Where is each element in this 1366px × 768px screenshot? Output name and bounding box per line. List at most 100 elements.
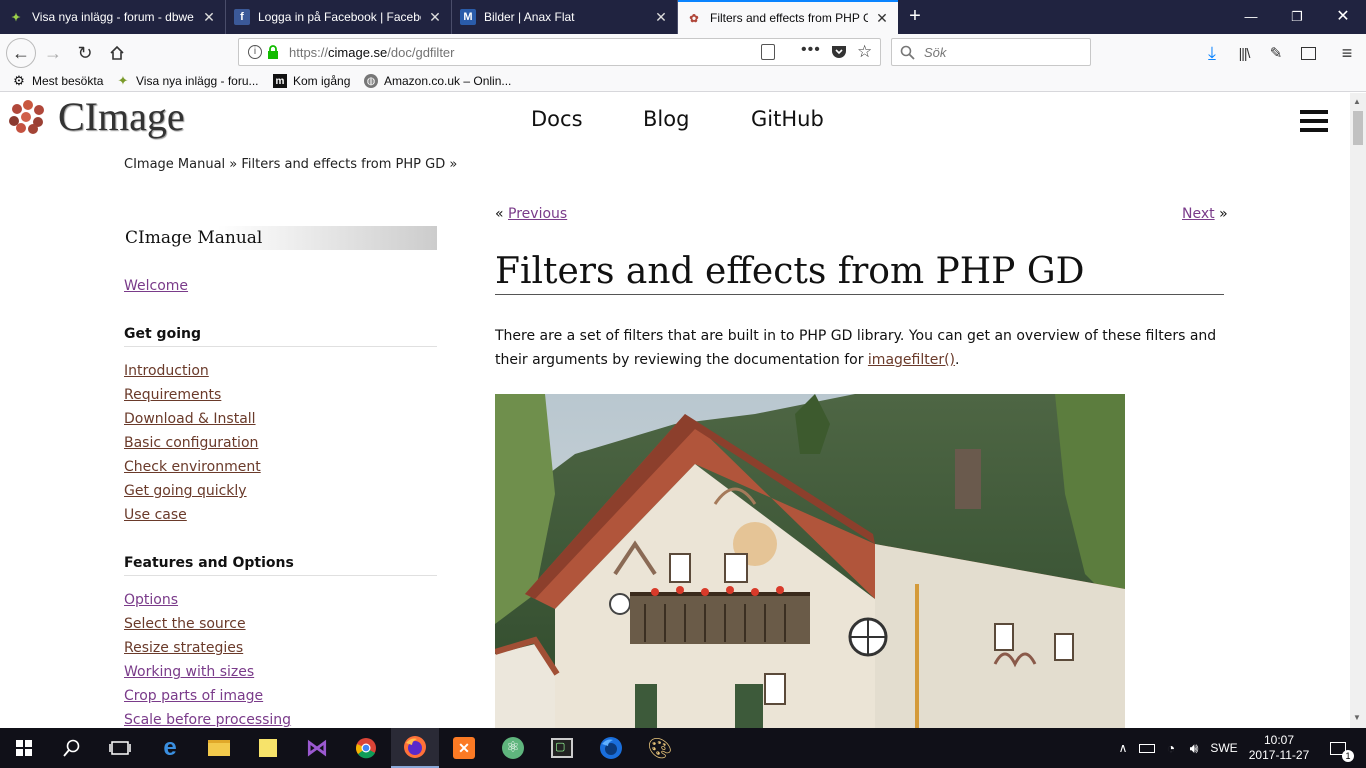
sidebar-link[interactable]: Basic configuration (124, 435, 258, 451)
globe-icon: ◍ (364, 74, 378, 88)
terminal-taskbar-button[interactable]: ▢ (538, 728, 586, 768)
sidebar-link[interactable]: Download & Install (124, 411, 256, 427)
address-bar[interactable]: i https://cimage.se/doc/gdfilter ••• ☆ (238, 38, 881, 66)
volume-icon[interactable]: 🔊︎ (1183, 728, 1205, 768)
sidebar-link[interactable]: Select the source (124, 616, 246, 632)
tab-cimage[interactable]: ✿ Filters and effects from PHP GD ✕ (678, 0, 898, 34)
forward-button[interactable]: → (38, 38, 68, 68)
next-link[interactable]: Next (1182, 206, 1215, 222)
sidebar-heading: CImage Manual (124, 226, 437, 250)
edge-taskbar-button[interactable]: e (146, 728, 194, 768)
sidebar-link[interactable]: Check environment (124, 459, 261, 475)
cimage-icon: ✿ (689, 12, 699, 25)
paint-taskbar-button[interactable]: 🎨︎ (636, 728, 684, 768)
paint-palette-icon: 🎨︎ (647, 737, 673, 760)
eyedropper-button[interactable]: ✎ (1261, 38, 1291, 68)
sidebar-link[interactable]: Working with sizes (124, 664, 254, 680)
network-icon[interactable]: ◔ (1160, 728, 1182, 768)
sidebar-link[interactable]: Scale before processing (124, 712, 291, 728)
scroll-down-arrow-icon[interactable]: ▼ (1353, 713, 1361, 722)
page-title: Filters and effects from PHP GD (495, 251, 1224, 295)
library-button[interactable]: |||\ (1229, 38, 1259, 68)
input-language[interactable]: SWE (1208, 728, 1240, 768)
hamburger-menu-icon[interactable] (1300, 110, 1328, 137)
tab-dbwebb[interactable]: ✦ Visa nya inlägg - forum - dbwe ✕ (0, 0, 226, 34)
bookmark-kom-igang[interactable]: m Kom igång (273, 72, 350, 90)
close-tab-icon[interactable]: ✕ (427, 9, 443, 26)
sticky-notes-taskbar-button[interactable] (244, 728, 292, 768)
sidebar-link[interactable]: Resize strategies (124, 640, 243, 656)
folder-icon (208, 740, 230, 756)
sidebar-link[interactable]: Use case (124, 507, 187, 523)
new-tab-button[interactable]: + (902, 4, 928, 30)
reload-button[interactable]: ↻ (70, 38, 100, 68)
pocket-icon[interactable] (831, 45, 847, 59)
scrollbar-thumb[interactable] (1353, 111, 1363, 145)
sidebar-link-welcome[interactable]: Welcome (124, 278, 188, 294)
page-scrollbar[interactable]: ▲ ▼ (1350, 93, 1366, 728)
notification-count: 1 (1342, 750, 1354, 762)
nav-github[interactable]: GitHub (751, 107, 824, 131)
url-text[interactable]: https://cimage.se/doc/gdfilter (289, 45, 454, 60)
action-center-button[interactable]: 1 (1318, 728, 1358, 768)
bookmarks-toolbar: ⚙ Mest besökta ✦ Visa nya inlägg - foru...… (0, 70, 1366, 92)
scroll-up-arrow-icon[interactable]: ▲ (1353, 97, 1361, 106)
restore-button[interactable]: ❐ (1274, 0, 1320, 34)
minimize-button[interactable]: — (1228, 0, 1274, 34)
home-button[interactable] (102, 38, 132, 68)
close-tab-icon[interactable]: ✕ (201, 9, 217, 26)
lock-icon (268, 45, 278, 59)
sidebar-link[interactable]: Requirements (124, 387, 221, 403)
close-tab-icon[interactable]: ✕ (653, 9, 669, 26)
firefox-dev-taskbar-button[interactable] (587, 728, 635, 768)
breadcrumb[interactable]: CImage Manual » Filters and effects from… (124, 157, 457, 172)
reader-view-icon[interactable] (761, 44, 775, 60)
tab-anax[interactable]: M Bilder | Anax Flat ✕ (452, 0, 678, 34)
bookmark-label: Amazon.co.uk – Onlin... (384, 74, 512, 88)
menu-button[interactable]: ≡ (1332, 38, 1362, 68)
sidebar-link[interactable]: Get going quickly (124, 483, 247, 499)
bookmark-amazon[interactable]: ◍ Amazon.co.uk – Onlin... (364, 72, 511, 90)
sidebar-link[interactable]: Crop parts of image (124, 688, 263, 704)
tab-facebook[interactable]: f Logga in på Facebook | Facebo ✕ (226, 0, 452, 34)
explorer-taskbar-button[interactable] (195, 728, 243, 768)
firefox-taskbar-button[interactable] (391, 728, 439, 768)
battery-icon[interactable] (1136, 728, 1158, 768)
search-taskbar-button[interactable] (48, 728, 96, 768)
clock[interactable]: 10:07 2017-11-27 (1246, 728, 1312, 768)
page-actions-icon[interactable]: ••• (801, 41, 821, 59)
bookmark-dbwebb[interactable]: ✦ Visa nya inlägg - foru... (116, 72, 259, 90)
visual-studio-icon: ⋈ (306, 735, 328, 760)
close-window-button[interactable]: ✕ (1320, 0, 1366, 34)
tray-chevron-icon[interactable]: ∧ (1112, 728, 1134, 768)
xampp-taskbar-button[interactable]: ✕ (440, 728, 488, 768)
atom-taskbar-button[interactable]: ⚛ (489, 728, 537, 768)
site-title[interactable]: CImage (58, 93, 185, 140)
next-arrow: » (1219, 206, 1228, 222)
bookmark-mest-besokta[interactable]: ⚙ Mest besökta (12, 72, 103, 90)
search-icon (63, 739, 80, 757)
close-tab-icon[interactable]: ✕ (874, 10, 890, 27)
previous-link[interactable]: Previous (508, 206, 567, 222)
search-bar[interactable]: Sök (891, 38, 1091, 66)
nav-blog[interactable]: Blog (643, 107, 689, 131)
nav-docs[interactable]: Docs (531, 107, 583, 131)
chrome-icon (356, 738, 376, 759)
bookmark-star-icon[interactable]: ☆ (857, 42, 872, 62)
facebook-icon: f (234, 9, 250, 25)
task-view-button[interactable] (96, 728, 144, 768)
downloads-button[interactable]: ⤓ (1197, 38, 1227, 68)
sidebar-toggle-button[interactable] (1293, 38, 1323, 68)
cimage-logo-icon[interactable] (7, 97, 49, 135)
info-icon[interactable]: i (248, 45, 262, 59)
sidebar-link[interactable]: Introduction (124, 363, 209, 379)
url-host: cimage.se (328, 45, 388, 60)
tab-title: Filters and effects from PHP GD (710, 11, 868, 25)
start-button[interactable] (0, 728, 48, 768)
sidebar-link[interactable]: Options (124, 592, 178, 608)
back-button[interactable]: ← (6, 38, 36, 68)
chrome-taskbar-button[interactable] (342, 728, 390, 768)
clock-date: 2017-11-27 (1248, 748, 1310, 762)
imagefilter-link[interactable]: imagefilter() (868, 352, 955, 368)
visual-studio-taskbar-button[interactable]: ⋈ (293, 728, 341, 768)
